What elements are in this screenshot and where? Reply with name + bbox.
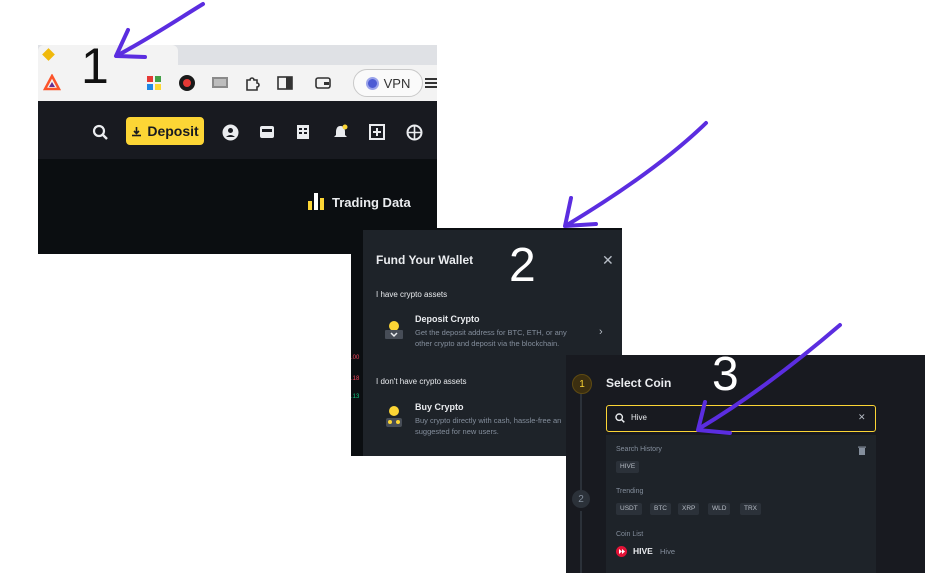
annotation-arrows	[114, 2, 842, 435]
arrow-2	[563, 121, 708, 228]
arrow-3	[696, 323, 842, 435]
arrow-1	[114, 2, 205, 59]
